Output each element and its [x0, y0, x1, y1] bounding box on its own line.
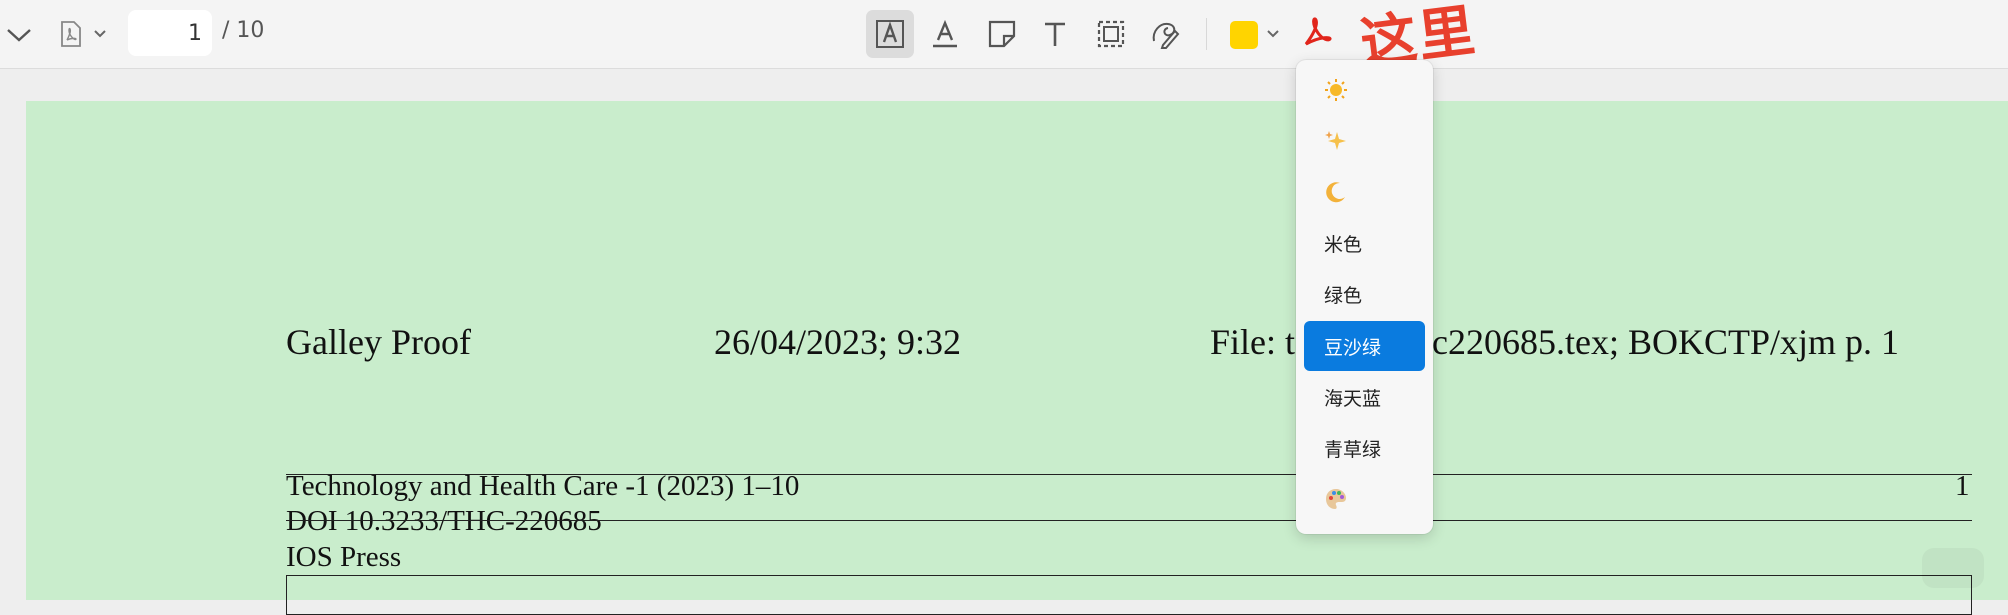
theme-item-custom[interactable]: [1304, 474, 1425, 524]
sidebar-toggle-chevron-icon[interactable]: [4, 20, 34, 50]
acrobat-theme-button[interactable]: [1300, 16, 1336, 50]
theme-item-bean-green[interactable]: 豆沙绿: [1304, 321, 1425, 371]
header-file-suffix: c220685.tex; BOKCTP/xjm p. 1: [1432, 322, 1899, 362]
color-swatch[interactable]: [1230, 21, 1258, 49]
header-date: 26/04/2023; 9:32: [714, 322, 962, 362]
page-number-text: 1: [1955, 470, 1970, 502]
header-file-prefix: File: t: [1210, 322, 1296, 362]
view-options-chevron-icon[interactable]: [92, 27, 108, 41]
theme-item-beige[interactable]: 米色: [1304, 218, 1425, 268]
palette-icon: [1326, 489, 1346, 509]
page-number-input[interactable]: 1: [128, 10, 212, 56]
pdf-page: Galley Proof 26/04/2023; 9:32 File: t c2…: [26, 101, 2008, 615]
abstract-box: [286, 575, 1972, 615]
pdf-file-icon[interactable]: [56, 19, 86, 49]
underline-text-tool-button[interactable]: [921, 10, 969, 58]
text-icon: [1045, 22, 1065, 46]
toolbar-divider: [1206, 18, 1207, 50]
page-total-label: / 10: [222, 18, 265, 43]
toolbar: 1 / 10: [0, 0, 2008, 69]
doi-line: DOI 10.3233/THC-220685: [286, 505, 602, 537]
highlight-text-tool-button[interactable]: [866, 10, 914, 58]
note-icon: [988, 20, 1016, 48]
text-tool-button[interactable]: [1031, 10, 1079, 58]
floating-ghost-button[interactable]: [1922, 548, 1984, 588]
theme-item-moon[interactable]: [1304, 167, 1425, 217]
color-dropdown-chevron-icon[interactable]: [1266, 28, 1280, 40]
rule-strike: [286, 520, 1972, 521]
acrobat-icon: [1304, 17, 1332, 46]
publisher-line: IOS Press: [286, 541, 402, 573]
select-area-tool-button[interactable]: [1087, 10, 1135, 58]
signature-icon: [1152, 22, 1180, 49]
header-left: Galley Proof: [286, 322, 471, 362]
underline-text-icon: [933, 19, 957, 48]
theme-menu: 米色 绿色 豆沙绿 海天蓝 青草绿: [1296, 60, 1433, 534]
theme-item-sun[interactable]: [1304, 65, 1425, 115]
theme-item-sea-blue[interactable]: 海天蓝: [1304, 372, 1425, 422]
moon-icon: [1326, 182, 1345, 203]
theme-item-sparkles[interactable]: [1304, 116, 1425, 166]
sun-icon: [1325, 79, 1347, 101]
crop-select-icon: [1097, 20, 1125, 48]
highlight-text-icon: [876, 20, 904, 48]
signature-tool-button[interactable]: [1142, 10, 1190, 58]
theme-item-green[interactable]: 绿色: [1304, 269, 1425, 319]
note-tool-button[interactable]: [978, 10, 1026, 58]
theme-item-grass-green[interactable]: 青草绿: [1304, 423, 1425, 473]
sparkles-icon: [1325, 131, 1346, 150]
journal-line: Technology and Health Care -1 (2023) 1–1…: [286, 470, 800, 502]
